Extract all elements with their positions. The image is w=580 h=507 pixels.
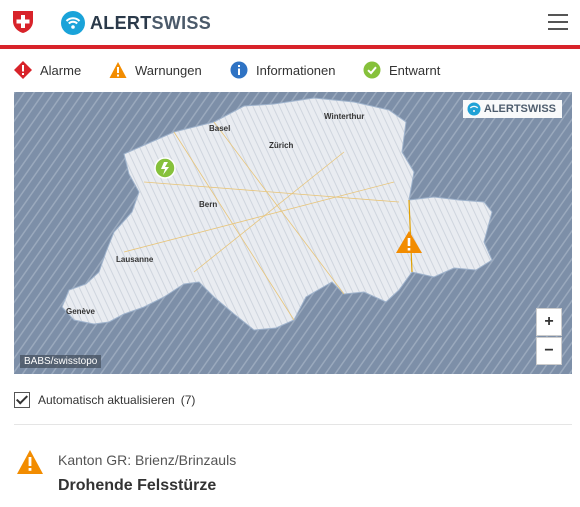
legend-item-informationen[interactable]: Informationen xyxy=(230,61,336,79)
auto-update-option: Automatisch aktualisieren (7) xyxy=(14,392,195,408)
brand-part1: ALERT xyxy=(90,12,152,33)
info-circle-icon xyxy=(230,61,248,79)
map-canvas: Basel Winterthur Zürich Bern Lausanne Ge… xyxy=(14,92,572,374)
map-marker-entwarnt[interactable] xyxy=(154,157,176,179)
alertswiss-logo[interactable]: ALERTSWISS xyxy=(60,10,211,36)
all-clear-check-icon xyxy=(363,61,381,79)
legend-label: Alarme xyxy=(40,62,82,78)
swiss-shield-icon xyxy=(13,11,33,33)
legend-item-entwarnt[interactable]: Entwarnt xyxy=(363,61,440,79)
legend-label: Entwarnt xyxy=(389,62,441,78)
auto-update-count: (7) xyxy=(180,393,196,407)
alert-map[interactable]: Basel Winterthur Zürich Bern Lausanne Ge… xyxy=(14,92,572,374)
city-label-lausanne: Lausanne xyxy=(116,255,154,264)
divider xyxy=(14,424,572,425)
legend-label: Warnungen xyxy=(135,62,202,78)
auto-update-checkbox[interactable] xyxy=(14,392,30,408)
warning-triangle-icon xyxy=(109,62,127,78)
legend-item-alarme[interactable]: Alarme xyxy=(14,61,81,79)
alert-region: Kanton GR: Brienz/Brinzauls xyxy=(58,452,237,468)
warning-triangle-icon xyxy=(17,450,43,474)
brand-part2: SWISS xyxy=(151,12,212,33)
map-alertswiss-badge: ALERTSWISS xyxy=(462,100,562,118)
city-label-geneve: Genève xyxy=(66,307,95,316)
hamburger-menu-icon[interactable] xyxy=(548,14,568,30)
map-credit: BABS/swisstopo xyxy=(20,355,102,368)
auto-update-label: Automatisch aktualisieren xyxy=(38,393,175,407)
city-label-winterthur: Winterthur xyxy=(324,112,364,121)
header-accent-line xyxy=(0,45,580,49)
alarm-diamond-icon xyxy=(14,61,32,79)
legend-label: Informationen xyxy=(256,62,336,78)
legend-item-warnungen[interactable]: Warnungen xyxy=(109,61,202,79)
city-label-zurich: Zürich xyxy=(269,141,294,150)
legend-bar: Alarme Warnungen Informationen Entwarnt xyxy=(0,58,580,84)
alert-title: Drohende Felsstürze xyxy=(58,477,217,494)
zoom-out-button[interactable]: − xyxy=(536,337,562,365)
brand-name: ALERTSWISS xyxy=(90,13,211,34)
city-label-bern: Bern xyxy=(199,200,217,209)
zoom-in-button[interactable]: + xyxy=(536,308,562,336)
alertswiss-wave-icon xyxy=(467,102,481,116)
city-label-basel: Basel xyxy=(209,124,230,133)
alertswiss-wave-icon xyxy=(61,11,85,35)
app-header: ALERTSWISS xyxy=(0,0,580,46)
map-badge-text: ALERTSWISS xyxy=(483,103,556,115)
